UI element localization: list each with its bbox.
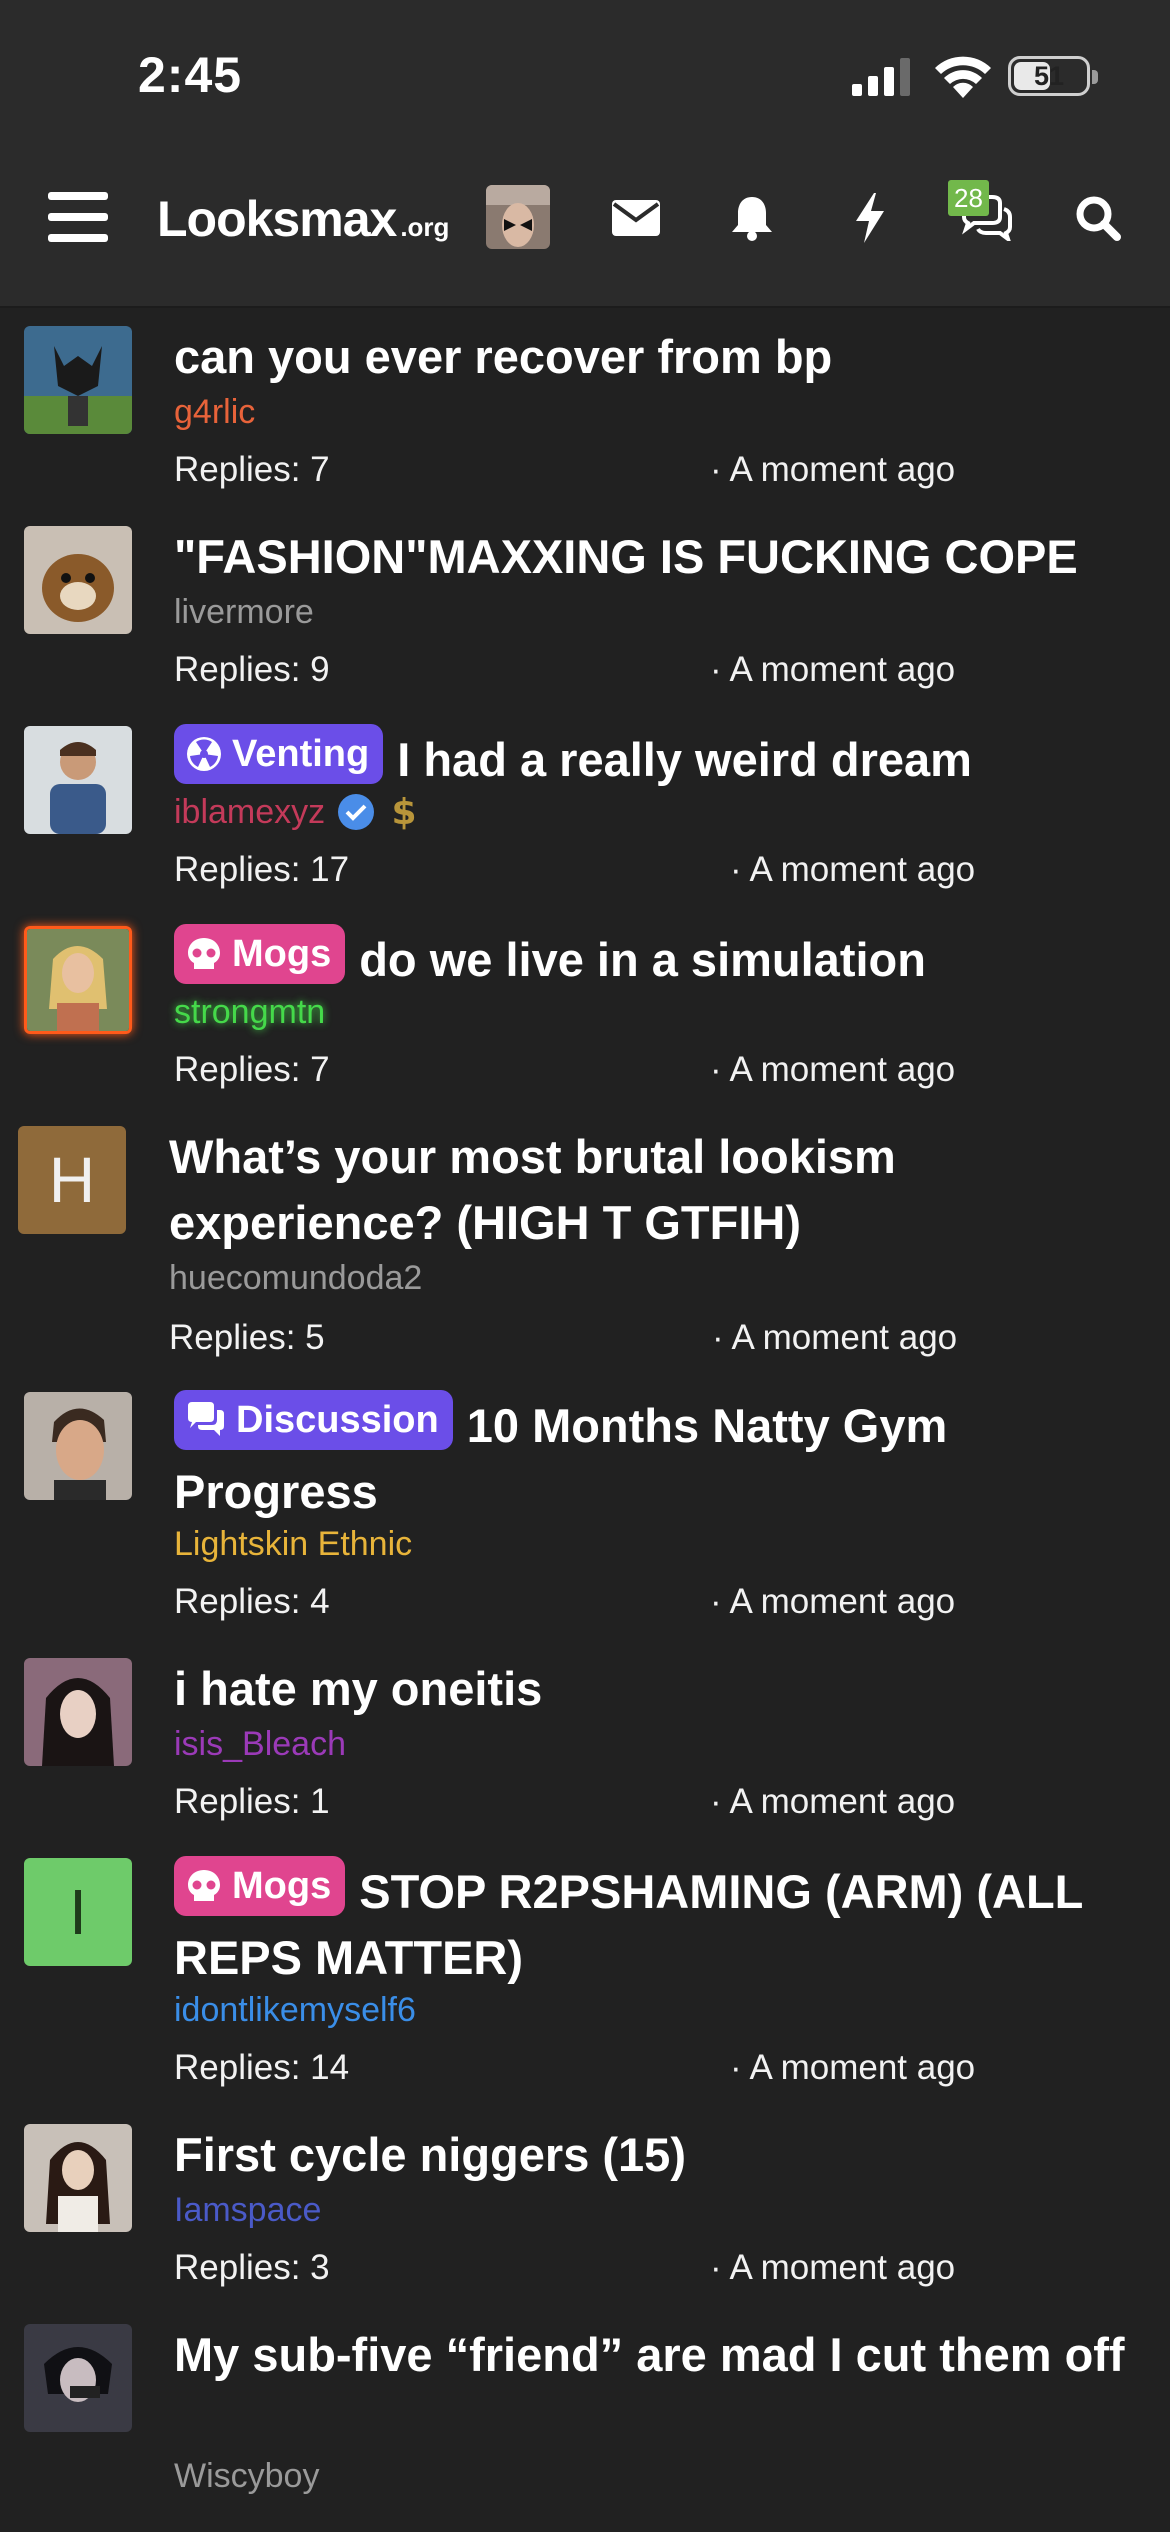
user-avatar[interactable] [486, 185, 550, 249]
thread-author[interactable]: livermore [174, 590, 314, 634]
thread-author[interactable]: idontlikemyself6 [174, 1988, 416, 2032]
envelope-icon[interactable] [606, 188, 666, 248]
thread-author[interactable]: iblamexyz [174, 790, 325, 834]
thread-replies: Replies: 7 [174, 1050, 330, 1089]
thread-replies: Replies: 14 [174, 2048, 350, 2087]
logo-tld-text: .org [400, 212, 450, 242]
status-bar: 2:45 51 [0, 0, 1170, 150]
prefix-badge-mogs[interactable]: Mogs [174, 1856, 346, 1916]
lightning-icon[interactable] [840, 188, 900, 248]
avatar[interactable]: H [18, 1126, 126, 1234]
thread-title[interactable]: My sub-five “friend” are mad I cut them … [174, 2322, 1134, 2388]
thread-time: · A moment ago [710, 650, 956, 689]
thread-title[interactable]: Venting I had a really weird dream [174, 724, 1134, 793]
thread-time: · A moment ago [710, 1782, 956, 1821]
skull-icon [188, 938, 220, 969]
site-logo[interactable]: Looksmax .org [157, 190, 449, 250]
thread-title-text[interactable]: can you ever recover from bp [174, 330, 832, 383]
thread-time: · A moment ago [730, 850, 976, 889]
skull-icon [188, 1870, 220, 1901]
thread-title-text[interactable]: First cycle niggers (15) [174, 2128, 686, 2181]
thread-author[interactable]: strongmtn [174, 990, 325, 1034]
thread-title-text[interactable]: i hate my oneitis [174, 1662, 542, 1715]
avatar[interactable] [24, 1392, 132, 1500]
thread-replies: Replies: 3 [174, 2248, 330, 2287]
avatar[interactable] [24, 926, 132, 1034]
avatar[interactable] [24, 726, 132, 834]
thread-author[interactable]: isis_Bleach [174, 1722, 346, 1766]
status-time: 2:45 [138, 47, 243, 103]
thread-title[interactable]: can you ever recover from bp [174, 324, 1134, 390]
thread-replies: Replies: 9 [174, 650, 330, 689]
dollar-icon: $ [392, 792, 417, 832]
thread-title[interactable]: Discussion 10 Months Natty Gym Progress [174, 1390, 1134, 1525]
avatar[interactable] [24, 2324, 132, 2432]
thread-replies: Replies: 17 [174, 850, 350, 889]
avatar[interactable] [24, 326, 132, 434]
thread-title-text[interactable]: What’s your most brutal lookism experien… [169, 1130, 896, 1249]
thread-author[interactable]: huecomundoda2 [169, 1256, 422, 1300]
thread-replies: Replies: 1 [174, 1782, 330, 1821]
battery-nub [1092, 70, 1098, 84]
thread-author-row: iblamexyz $ [174, 790, 421, 834]
thread-title-text[interactable]: I had a really weird dream [397, 733, 972, 786]
thread-title-text[interactable]: "FASHION"MAXXING IS FUCKING COPE [174, 530, 1078, 583]
prefix-label: Mogs [232, 933, 332, 975]
thread-title-text[interactable]: do we live in a simulation [359, 933, 926, 986]
cellular-signal-icon [852, 58, 910, 96]
avatar[interactable]: I [24, 1858, 132, 1966]
search-icon[interactable] [1068, 188, 1128, 248]
thread-time: · A moment ago [712, 1318, 958, 1357]
thread-title[interactable]: Mogs STOP R2PSHAMING (ARM) (ALL REPS MAT… [174, 1856, 1134, 1991]
avatar[interactable] [24, 526, 132, 634]
thread-author[interactable]: Iamspace [174, 2188, 321, 2232]
thread-replies: Replies: 7 [174, 450, 330, 489]
prefix-label: Venting [232, 733, 370, 775]
menu-icon[interactable] [48, 192, 108, 242]
wifi-icon [935, 56, 991, 98]
thread-title-text[interactable]: My sub-five “friend” are mad I cut them … [174, 2328, 1125, 2381]
thread-title[interactable]: What’s your most brutal lookism experien… [169, 1124, 1129, 1256]
thread-time: · A moment ago [710, 1050, 956, 1089]
site-header: Looksmax .org 28 [0, 150, 1170, 308]
battery-level-text: 51 [1033, 60, 1065, 91]
verified-icon [338, 794, 375, 830]
thread-replies: Replies: 4 [174, 1582, 330, 1621]
thread-time: · A moment ago [710, 2248, 956, 2287]
logo-main-text: Looksmax [157, 191, 397, 247]
thread-time: · A moment ago [710, 1582, 956, 1621]
battery-indicator: 51 [1008, 56, 1090, 96]
thread-time: · A moment ago [710, 450, 956, 489]
bell-icon[interactable] [722, 188, 782, 248]
avatar[interactable] [24, 1658, 132, 1766]
thread-author[interactable]: Wiscyboy [174, 2454, 319, 2498]
comments-icon [188, 1402, 224, 1436]
thread-title[interactable]: i hate my oneitis [174, 1656, 1134, 1722]
thread-replies: Replies: 5 [169, 1318, 325, 1357]
thread-author[interactable]: Lightskin Ethnic [174, 1522, 412, 1566]
thread-title[interactable]: First cycle niggers (15) [174, 2122, 1134, 2188]
prefix-label: Discussion [236, 1399, 439, 1441]
conversations-badge: 28 [948, 180, 989, 216]
avatar[interactable] [24, 2124, 132, 2232]
prefix-label: Mogs [232, 1865, 332, 1907]
prefix-badge-venting[interactable]: Venting [174, 724, 384, 784]
prefix-badge-discussion[interactable]: Discussion [174, 1390, 453, 1450]
thread-author[interactable]: g4rlic [174, 390, 255, 434]
prefix-badge-mogs[interactable]: Mogs [174, 924, 346, 984]
radiation-icon [187, 737, 221, 771]
thread-title[interactable]: Mogs do we live in a simulation [174, 924, 1134, 993]
thread-time: · A moment ago [730, 2048, 976, 2087]
thread-title[interactable]: "FASHION"MAXXING IS FUCKING COPE [174, 524, 1134, 590]
svg-text:$: $ [392, 792, 417, 832]
